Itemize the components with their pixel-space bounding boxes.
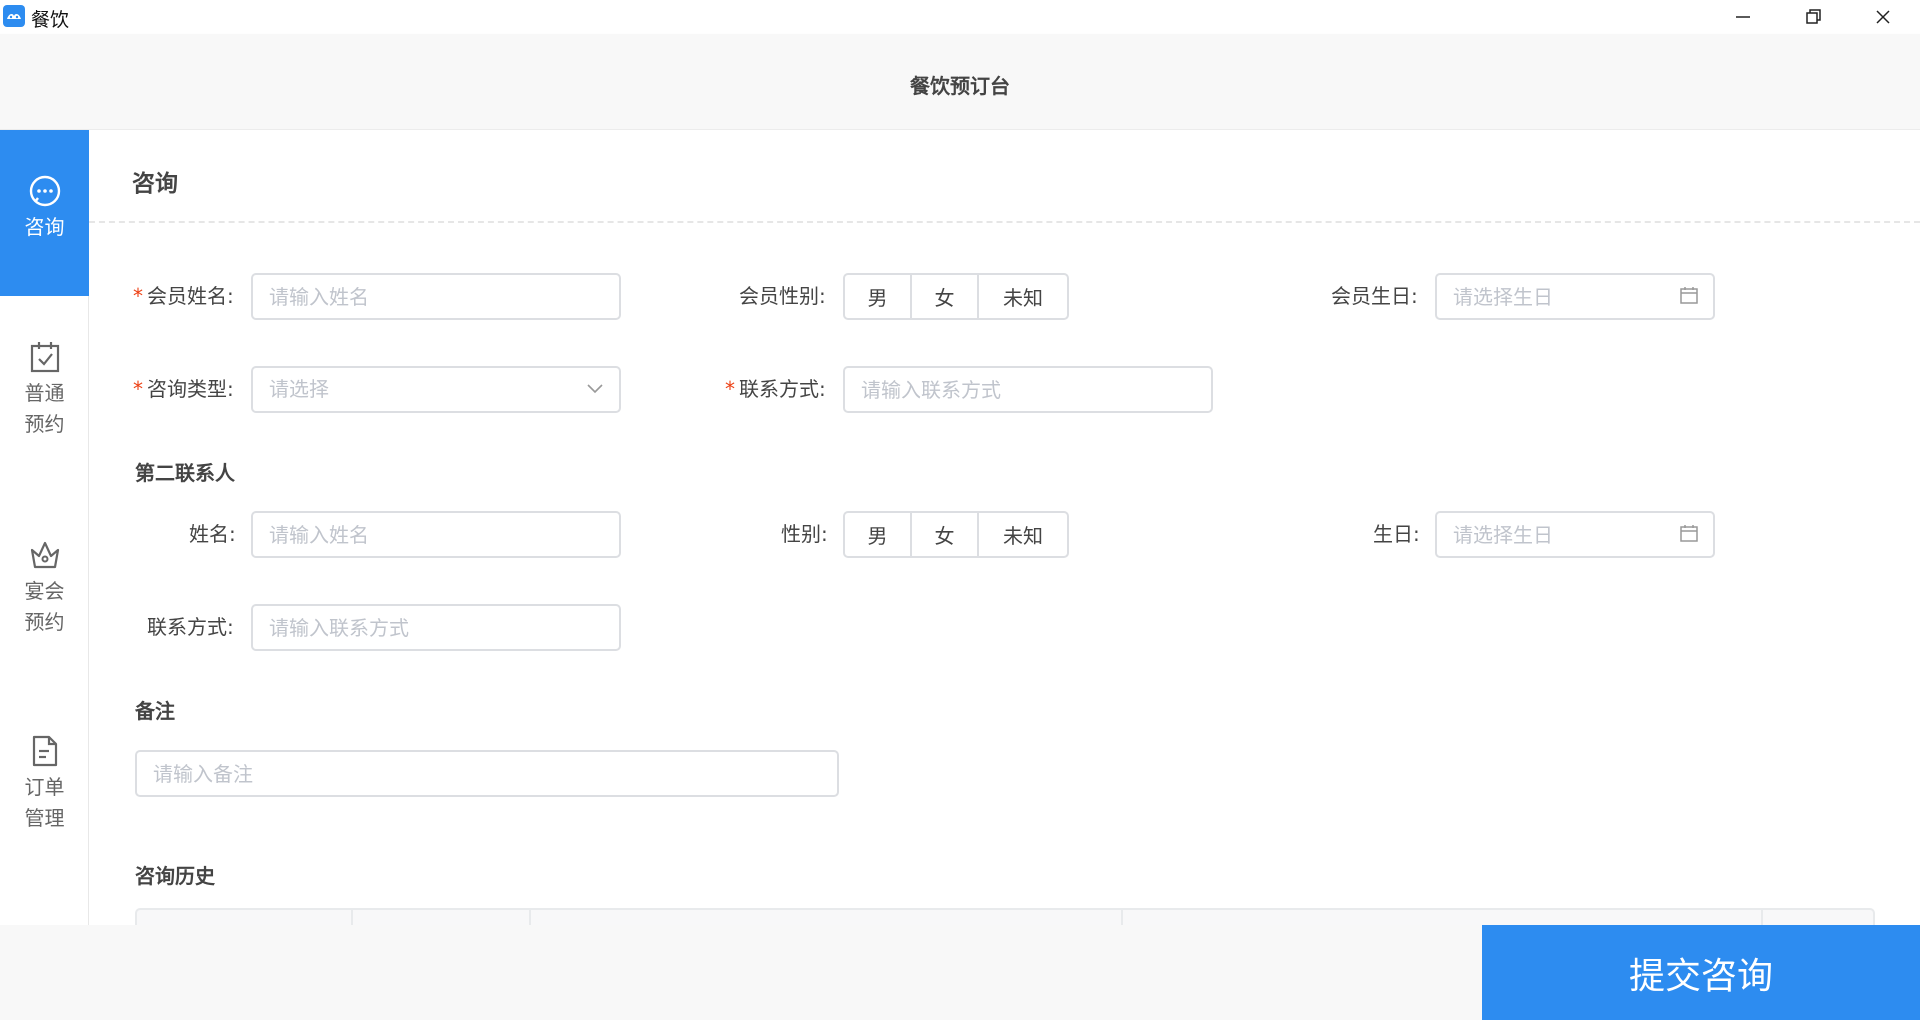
minimize-icon xyxy=(1736,16,1750,18)
member-gender-group: 男 女 未知 xyxy=(843,273,1069,320)
gender-male-option[interactable]: 男 xyxy=(845,275,912,318)
member-name-label: * 会员姓名: xyxy=(133,284,234,308)
table-column-divider xyxy=(351,910,353,925)
member-birthday-label: 会员生日: xyxy=(1331,284,1418,308)
window-title: 餐饮 xyxy=(31,9,70,31)
required-mark: * xyxy=(725,377,735,401)
second-name-label: 姓名: xyxy=(189,522,236,546)
second-birthday-picker[interactable] xyxy=(1435,511,1715,558)
close-icon xyxy=(1876,10,1890,24)
footer-bar: 提交咨询 xyxy=(0,925,1920,1020)
sidebar-item-order-management[interactable]: 订单 管理 xyxy=(0,734,89,834)
sidebar-item-label: 普通 xyxy=(24,381,65,405)
second-birthday-input[interactable] xyxy=(1435,511,1715,558)
remark-title: 备注 xyxy=(135,699,175,723)
history-title: 咨询历史 xyxy=(135,864,215,888)
document-icon xyxy=(32,735,57,767)
restore-icon xyxy=(1806,9,1821,24)
restore-button[interactable] xyxy=(1778,0,1848,34)
consult-type-value[interactable]: 请选择 xyxy=(251,366,621,413)
table-column-divider xyxy=(529,910,531,925)
chat-icon xyxy=(29,175,60,207)
second-gender-label: 性别: xyxy=(781,522,828,546)
section-divider xyxy=(89,221,1920,223)
app-logo-icon xyxy=(3,5,25,27)
sidebar-item-label: 预约 xyxy=(24,610,65,634)
sidebar-item-banquet-booking[interactable]: 宴会 预约 xyxy=(0,538,89,638)
contact-input[interactable] xyxy=(843,366,1213,413)
member-gender-label: 会员性别: xyxy=(739,284,826,308)
member-name-input[interactable] xyxy=(251,273,621,320)
second-contact-input[interactable] xyxy=(251,604,621,651)
sidebar-item-normal-booking[interactable]: 普通 预约 xyxy=(0,340,89,440)
second-birthday-label: 生日: xyxy=(1373,522,1420,546)
member-birthday-picker[interactable] xyxy=(1435,273,1715,320)
page-title: 餐饮预订台 xyxy=(910,74,1010,98)
table-column-divider xyxy=(1121,910,1123,925)
sidebar-item-label: 预约 xyxy=(24,412,65,436)
remark-input[interactable] xyxy=(135,750,839,797)
second-gender-group: 男 女 未知 xyxy=(843,511,1069,558)
gender-unknown-option[interactable]: 未知 xyxy=(979,513,1067,556)
sidebar-item-label: 宴会 xyxy=(24,579,65,603)
second-contact-label: 联系方式: xyxy=(147,615,234,639)
calendar-check-icon xyxy=(30,342,59,373)
second-contact-title: 第二联系人 xyxy=(135,461,235,485)
submit-consult-button[interactable]: 提交咨询 xyxy=(1482,925,1920,1020)
second-name-input[interactable] xyxy=(251,511,621,558)
consult-type-label: * 咨询类型: xyxy=(133,377,234,401)
close-button[interactable] xyxy=(1848,0,1918,34)
gender-male-option[interactable]: 男 xyxy=(845,513,912,556)
section-title: 咨询 xyxy=(132,171,178,197)
crown-icon xyxy=(30,541,59,569)
sidebar-item-label: 管理 xyxy=(24,806,65,830)
app-header: 餐饮预订台 xyxy=(0,34,1920,130)
consult-type-select[interactable]: 请选择 xyxy=(251,366,621,413)
required-mark: * xyxy=(133,284,143,308)
sidebar: 咨询 普通 预约 宴会 预约 订单 管理 xyxy=(0,130,89,925)
minimize-button[interactable] xyxy=(1708,0,1778,34)
table-column-divider xyxy=(1761,910,1763,925)
calendar-icon xyxy=(1680,525,1698,542)
gender-unknown-option[interactable]: 未知 xyxy=(979,275,1067,318)
sidebar-item-consult[interactable]: 咨询 xyxy=(0,130,89,296)
sidebar-item-label: 订单 xyxy=(24,775,65,799)
member-birthday-input[interactable] xyxy=(1435,273,1715,320)
history-table xyxy=(135,908,1875,925)
window-titlebar: 餐饮 xyxy=(0,0,1920,34)
contact-label: * 联系方式: xyxy=(725,377,826,401)
main-content: 咨询 *会员姓名: 会员性别: 男 女 未知 会员生日: *咨询类型: 请选择 … xyxy=(89,130,1920,925)
required-mark: * xyxy=(133,377,143,401)
gender-female-option[interactable]: 女 xyxy=(912,275,979,318)
gender-female-option[interactable]: 女 xyxy=(912,513,979,556)
chevron-down-icon xyxy=(587,384,603,394)
sidebar-item-label: 咨询 xyxy=(24,215,65,239)
calendar-icon xyxy=(1680,287,1698,304)
